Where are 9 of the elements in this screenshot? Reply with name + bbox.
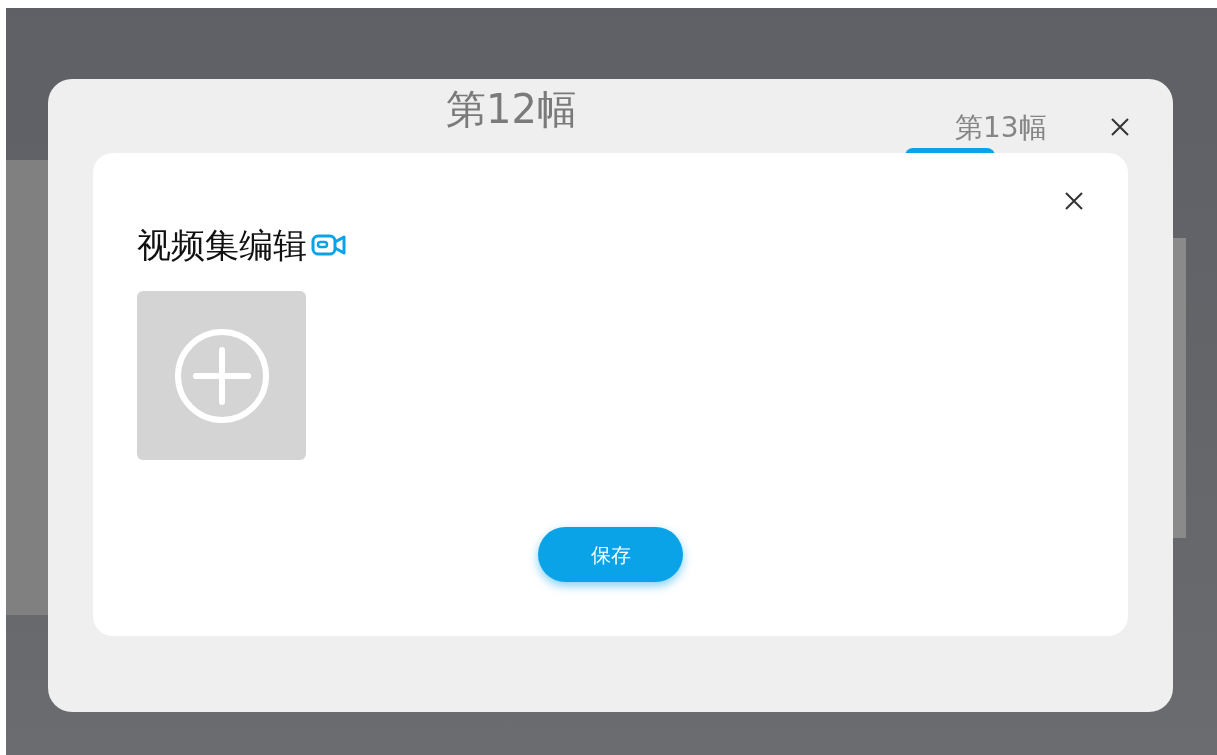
dialog-title: 视频集编辑 [137,224,307,267]
add-video-tile[interactable] [137,291,306,460]
plus-circle-icon [173,327,270,424]
save-button[interactable]: 保存 [538,527,683,582]
video-camera-icon [311,232,347,258]
slide-label: 第12幅 [446,85,577,134]
close-icon [1110,117,1130,137]
close-icon [1064,191,1084,211]
slide-label: 第13幅 [955,110,1047,146]
